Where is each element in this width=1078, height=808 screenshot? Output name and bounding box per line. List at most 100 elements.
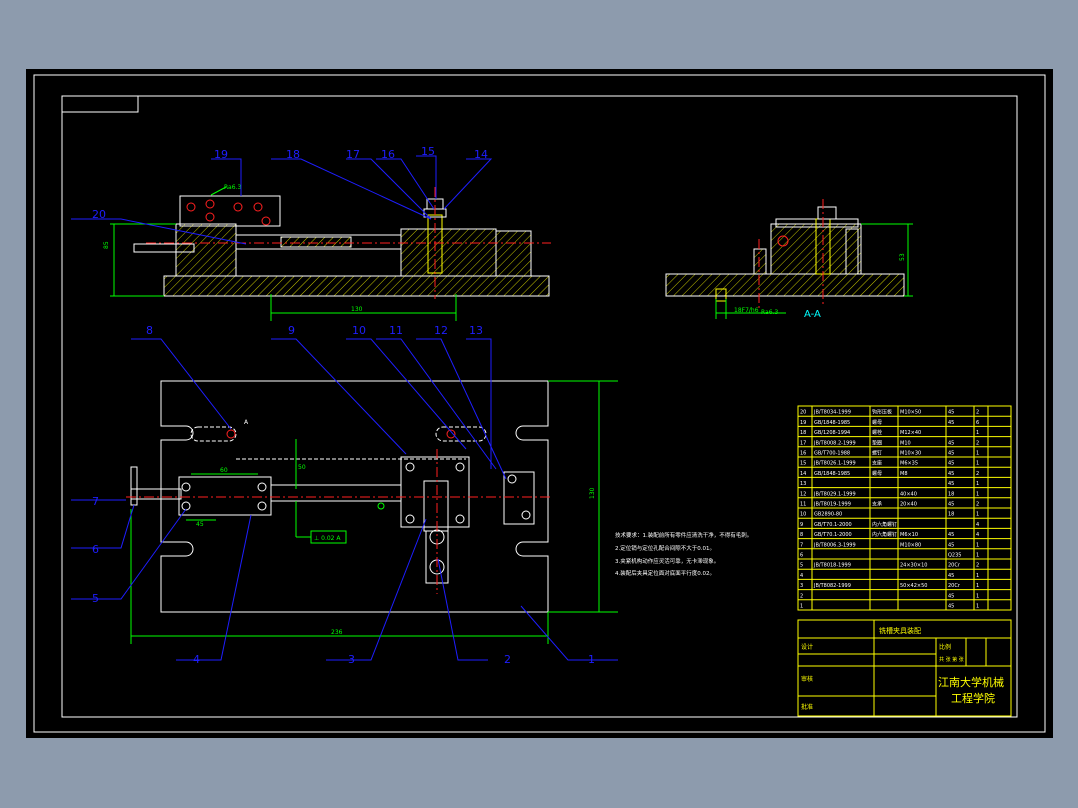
leader-10 (346, 338, 467, 450)
bom-cell-mat: 45 (948, 593, 954, 599)
balloon-10: 10 (352, 324, 366, 337)
bom-cell-no: 7 (800, 542, 803, 548)
bom-cell-qty: 1 (976, 481, 979, 487)
check-label: 审核 (801, 675, 813, 683)
plan-clamp-hole (181, 501, 191, 511)
bom-cell-mat: 18 (948, 491, 954, 497)
side-base-plate (665, 273, 905, 297)
bom-cell-name: 垫圈 (872, 439, 882, 446)
bom-cell-qty: 2 (976, 563, 979, 569)
bom-cell-spec: 40×40 (900, 491, 917, 497)
leader-2 (437, 558, 488, 661)
bom-cell-name: 支承 (872, 501, 882, 508)
bom-cell-no: 17 (800, 440, 806, 446)
title-block: 铣槽夹具装配 设计 审核 批准 比例 共 张 第 张 江南大学机械 工程学院 (797, 619, 1012, 717)
bom-cell-mat: 45 (948, 502, 954, 508)
bom-cell-code: JB/T8006.3-1999 (813, 542, 856, 548)
balloon-3: 3 (348, 653, 355, 666)
bom-cell-code: JB/T8029.1-1999 (813, 491, 856, 497)
bom-cell-mat: 45 (948, 471, 954, 477)
bom-cell-code: JB/T8008.2-1999 (813, 440, 856, 446)
surface-note: Ra6.3 (224, 184, 241, 191)
front-screw-hole (233, 202, 243, 212)
design-label: 设计 (801, 643, 813, 651)
bom-cell-spec: M10×80 (900, 542, 921, 548)
bom-cell-no: 15 (800, 461, 806, 467)
bom-cell-mat: 45 (948, 542, 954, 548)
bom-cell-mat: 45 (948, 573, 954, 579)
bom-cell-qty: 1 (976, 430, 979, 436)
leader-11 (376, 338, 497, 470)
bom-cell-no: 4 (800, 573, 803, 579)
side-view: 53 18F7/h6 Ra6.3 A-A (665, 199, 913, 320)
side-dim-height: 53 (899, 253, 906, 261)
balloon-numbers: 19 18 17 16 15 14 20 8 9 10 11 12 13 7 6… (92, 145, 595, 666)
balloon-12: 12 (434, 324, 448, 337)
assembly-drawing: 85 130 Ra6.3 53 18F7/h6 Ra6.3 A-A A 236 … (33, 74, 1046, 733)
bom-cell-mat: 20Cr (948, 583, 961, 589)
bom-cell-mat: 45 (948, 604, 954, 610)
balloon-19: 19 (214, 148, 228, 161)
drawing-name: 铣槽夹具装配 (879, 626, 921, 635)
school-name-line2: 工程学院 (951, 691, 995, 705)
plan-screw-rod (270, 484, 402, 502)
front-support-body (400, 228, 497, 277)
bom-cell-name: 钩形压板 (872, 409, 892, 416)
leader-13 (466, 338, 492, 469)
bom-cell-code: GB/1848-1985 (814, 420, 850, 426)
plan-support-hole (455, 462, 465, 472)
bom-cell-code: JB/T8082-1999 (813, 583, 851, 589)
plan-right-hole (521, 510, 531, 520)
bom-cell-no: 11 (800, 502, 806, 508)
bom-cell-qty: 2 (976, 502, 979, 508)
front-screw-hole (261, 216, 271, 226)
plan-center-mark (377, 502, 385, 510)
bom-cell-qty: 4 (976, 532, 979, 538)
note-line: 4.装配后夹具定位面对底面平行度0.02。 (615, 569, 715, 577)
bom-cell-name: 螺栓 (872, 429, 882, 436)
balloon-7: 7 (92, 495, 99, 508)
bom-cell-spec: 24×30×10 (900, 563, 927, 569)
bom-cell-no: 18 (800, 430, 806, 436)
plan-handle (130, 488, 182, 500)
bom-cell-qty: 1 (976, 461, 979, 467)
bom-cell-mat: 18 (948, 512, 954, 518)
leader-17 (346, 158, 432, 220)
bom-cell-code: GB/T70.1-2000 (814, 532, 852, 538)
plan-dim-height: 130 (589, 487, 596, 499)
balloon-13: 13 (469, 324, 483, 337)
balloon-20: 20 (92, 208, 106, 221)
bom-cell-qty: 1 (976, 573, 979, 579)
note-line: 技术要求：1.装配前所有零件应清洗干净，不得有毛刺。 (615, 531, 752, 539)
bom-cell-no: 1 (800, 604, 803, 610)
bom-cell-no: 8 (800, 532, 803, 538)
bom-cell-name: 内六角螺钉 (872, 531, 897, 538)
bill-of-materials: 20 JB/T8034-1999 钩形压板 M10×50 45 219 GB/1848-19… (797, 405, 1012, 611)
school-name-line1: 江南大学机械 (938, 675, 1004, 689)
corner-tag-box (61, 95, 139, 113)
bom-cell-mat: 45 (948, 451, 954, 457)
bom-cell-code: JB/T8019-1999 (813, 502, 851, 508)
bom-cell-name: 支座 (872, 460, 882, 467)
balloon-14: 14 (474, 148, 488, 161)
bom-cell-qty: 1 (976, 542, 979, 548)
bom-cell-no: 13 (800, 481, 806, 487)
bom-cell-spec: M6×10 (900, 532, 918, 538)
bom-cell-spec: M6×35 (900, 461, 918, 467)
cad-viewport[interactable]: 85 130 Ra6.3 53 18F7/h6 Ra6.3 A-A A 236 … (26, 69, 1053, 738)
bom-cell-no: 2 (800, 593, 803, 599)
balloon-8: 8 (146, 324, 153, 337)
bom-cell-qty: 4 (976, 522, 979, 528)
plan-support-hole (455, 514, 465, 524)
side-left-block (753, 248, 767, 275)
bom-cell-spec: 50×42×50 (900, 583, 927, 589)
bom-cell-name: 螺钉 (872, 450, 882, 457)
bom-cell-mat: 45 (948, 420, 954, 426)
plan-support (400, 456, 470, 528)
bom-cell-spec: M10×50 (900, 410, 921, 416)
bom-cell-spec: 20×40 (900, 502, 917, 508)
plan-dim-width: 236 (331, 629, 343, 636)
note-line: 3.夹紧机构动作应灵活可靠，无卡滞现象。 (615, 557, 719, 565)
leader-16 (376, 158, 435, 210)
side-nut (817, 206, 837, 220)
